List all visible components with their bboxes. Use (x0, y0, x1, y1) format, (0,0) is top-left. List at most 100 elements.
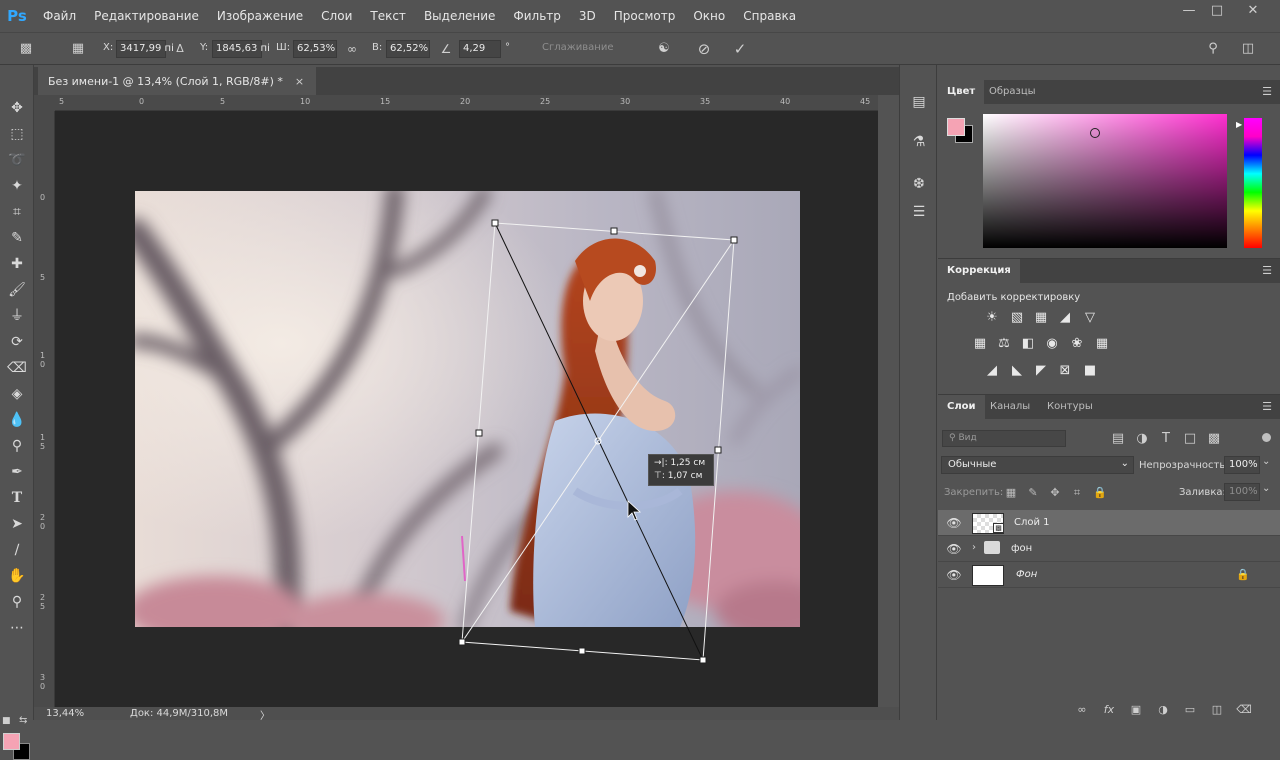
menu-file[interactable]: Файл (34, 0, 85, 32)
maximize-icon[interactable]: □ (1202, 0, 1232, 22)
delete-layer-icon[interactable]: ⌫ (1236, 703, 1252, 717)
healing-brush-tool-icon[interactable]: ✚ (5, 253, 29, 275)
filter-shape-icon[interactable]: □ (1181, 431, 1199, 447)
posterize-icon[interactable]: ◣ (1008, 363, 1026, 379)
minimize-icon[interactable]: — (1174, 0, 1204, 22)
swap-colors-icon[interactable]: ⇆ (19, 715, 27, 726)
close-window-icon[interactable]: ✕ (1238, 0, 1268, 22)
type-tool-icon[interactable]: T (5, 487, 29, 509)
color-picker-ring[interactable] (1090, 128, 1100, 138)
brush-panel-icon[interactable]: ❆ (908, 173, 930, 195)
layer-name[interactable]: Фон (1016, 569, 1037, 580)
black-white-icon[interactable]: ◧ (1019, 336, 1037, 352)
canvas-area[interactable]: →|: 1,25 см ⊤: 1,07 см (55, 111, 878, 707)
tab-adjustments[interactable]: Коррекция (938, 259, 1020, 283)
eye-icon[interactable]: 👁 (946, 515, 962, 531)
layer-filter-select[interactable]: ⚲ Вид (942, 430, 1066, 447)
filter-type-icon[interactable]: T (1157, 431, 1175, 447)
fx-icon[interactable]: fx (1101, 703, 1117, 717)
new-adjustment-icon[interactable]: ◑ (1155, 703, 1171, 717)
menu-filter[interactable]: Фильтр (504, 0, 569, 32)
lock-pixels-icon[interactable]: ✎ (1024, 485, 1042, 501)
eyedropper-tool-icon[interactable]: ✎ (5, 227, 29, 249)
brightness-icon[interactable]: ☀ (983, 310, 1001, 326)
eye-icon[interactable]: 👁 (946, 541, 962, 557)
color-balance-icon[interactable]: ⚖ (995, 336, 1013, 352)
reference-point-icon[interactable]: ▦ (68, 39, 88, 59)
hue-slider[interactable] (1244, 118, 1262, 248)
eye-icon[interactable]: 👁 (946, 567, 962, 583)
menu-select[interactable]: Выделение (415, 0, 504, 32)
hue-slider-handle[interactable]: ▶ (1236, 120, 1242, 129)
add-mask-icon[interactable]: ▣ (1128, 703, 1144, 717)
menu-layers[interactable]: Слои (312, 0, 361, 32)
levels-icon[interactable]: ▧ (1008, 310, 1026, 326)
selective-color-icon[interactable]: ⊠ (1056, 363, 1074, 379)
workspace-icon[interactable]: ◫ (1238, 39, 1258, 59)
filter-toggle[interactable] (1262, 433, 1271, 442)
opacity-chevron-icon[interactable]: ⌄ (1262, 456, 1270, 467)
more-tools-icon[interactable]: ⋯ (5, 617, 29, 639)
zoom-level[interactable]: 13,44% (46, 708, 84, 719)
transform-tool-icon[interactable]: ▩ (16, 39, 36, 59)
menu-edit[interactable]: Редактирование (85, 0, 208, 32)
tab-channels[interactable]: Каналы (981, 395, 1039, 419)
menu-view[interactable]: Просмотр (605, 0, 685, 32)
default-colors-icon[interactable]: ■ (2, 716, 11, 726)
new-group-icon[interactable]: ▭ (1182, 703, 1198, 717)
foreground-color-chip[interactable] (947, 118, 965, 136)
link-layers-icon[interactable]: ∞ (1074, 703, 1090, 717)
close-tab-icon[interactable]: × (295, 75, 304, 88)
history-panel-icon[interactable]: ▤ (908, 91, 930, 113)
commit-transform-icon[interactable]: ✓ (730, 39, 750, 59)
quick-selection-tool-icon[interactable]: ✦ (5, 175, 29, 197)
blend-mode-select[interactable]: Обычные ⌄ (941, 456, 1134, 474)
curves-icon[interactable]: ▦ (1032, 310, 1050, 326)
lock-transparent-icon[interactable]: ▦ (1002, 485, 1020, 501)
x-field[interactable]: 3417,99 пі (116, 40, 174, 58)
tab-paths[interactable]: Контуры (1038, 395, 1102, 419)
lock-position-icon[interactable]: ✥ (1046, 485, 1064, 501)
adjust-panel-icon[interactable]: ☰ (908, 201, 930, 223)
foreground-color-swatch[interactable] (3, 733, 20, 750)
brush-tool-icon[interactable]: 🖌 (5, 279, 29, 301)
properties-panel-icon[interactable]: ⚗ (908, 131, 930, 153)
layer-name[interactable]: фон (1011, 543, 1032, 554)
lock-all-icon[interactable]: 🔒 (1091, 485, 1109, 501)
lock-artboard-icon[interactable]: ⌗ (1068, 485, 1086, 501)
lasso-tool-icon[interactable]: ➰ (5, 149, 29, 171)
menu-image[interactable]: Изображение (208, 0, 312, 32)
fill-field[interactable]: 100% (1224, 483, 1260, 501)
opacity-field[interactable]: 100% (1224, 456, 1260, 474)
crop-tool-icon[interactable]: ⌗ (5, 201, 29, 223)
layer-row[interactable]: 👁 ▩ Слой 1 (938, 510, 1280, 536)
clone-stamp-tool-icon[interactable]: ⏚ (5, 305, 29, 327)
marquee-tool-icon[interactable]: ⬚ (5, 123, 29, 145)
paint-bucket-tool-icon[interactable]: ◈ (5, 383, 29, 405)
transform-bounding-box[interactable] (55, 111, 878, 707)
group-expand-chevron-icon[interactable]: › (972, 542, 976, 553)
hand-tool-icon[interactable]: ✋ (5, 565, 29, 587)
menu-help[interactable]: Справка (734, 0, 805, 32)
filter-pixel-icon[interactable]: ▤ (1109, 431, 1127, 447)
invert-icon[interactable]: ◢ (983, 363, 1001, 379)
filter-smart-object-icon[interactable]: ▩ (1205, 431, 1223, 447)
dodge-tool-icon[interactable]: ⚲ (5, 435, 29, 457)
tab-layers[interactable]: Слои (938, 395, 985, 419)
menu-3d[interactable]: 3D (570, 0, 605, 32)
exposure-icon[interactable]: ◢ (1056, 310, 1074, 326)
angle-field[interactable]: 4,29 (459, 40, 501, 58)
warp-icon[interactable]: ☯ (654, 39, 674, 59)
hue-saturation-icon[interactable]: ▦ (971, 336, 989, 352)
channel-mixer-icon[interactable]: ❀ (1068, 336, 1086, 352)
menu-text[interactable]: Текст (361, 0, 415, 32)
fill-chevron-icon[interactable]: ⌄ (1262, 483, 1270, 494)
height-field[interactable]: 62,52% (386, 40, 430, 58)
width-field[interactable]: 62,53% (293, 40, 337, 58)
move-tool-icon[interactable]: ✥ (5, 97, 29, 119)
search-icon[interactable]: ⚲ (1203, 39, 1223, 59)
y-field[interactable]: 1845,63 пі (212, 40, 270, 58)
tab-color[interactable]: Цвет (938, 80, 985, 104)
layer-name[interactable]: Слой 1 (1014, 517, 1050, 528)
layer-row[interactable]: 👁 › фон (938, 536, 1280, 562)
